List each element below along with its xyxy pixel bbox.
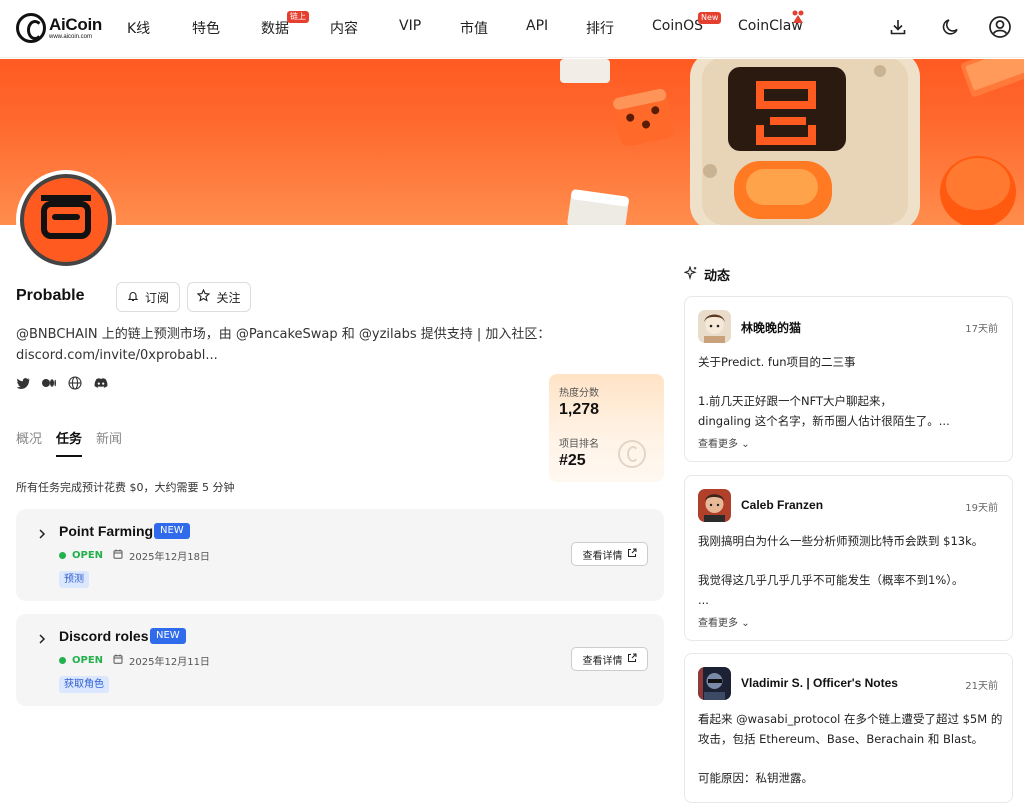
- task-name: Discord roles: [59, 628, 149, 644]
- nav-item-data[interactable]: 数据: [261, 18, 289, 38]
- task-tag: 获取角色: [59, 676, 109, 693]
- author-name[interactable]: 林晚晚的猫: [741, 319, 801, 336]
- onchain-badge: 链上: [287, 11, 309, 23]
- aicoin-logo-mark-icon: [16, 13, 46, 43]
- logo-url: www.aicoin.com: [49, 34, 93, 40]
- post-body: 关于Predict. fun项目的二三事 1.前几天正好跟一个NFT大户聊起来，…: [698, 355, 950, 428]
- nav-item-ranking[interactable]: 排行: [586, 18, 614, 38]
- banner-illustration: [560, 59, 1024, 225]
- download-icon[interactable]: [885, 14, 911, 40]
- chevron-right-icon[interactable]: [36, 525, 48, 539]
- coinos-new-badge: New: [698, 12, 722, 24]
- status-text: OPEN: [72, 655, 104, 666]
- post-body: 我刚搞明白为什么一些分析师预测比特币会跌到 $13k。 我觉得这几乎几乎几乎不可…: [698, 534, 984, 607]
- project-avatar: [16, 170, 116, 270]
- user-icon[interactable]: [987, 14, 1013, 40]
- view-details-button[interactable]: 查看详情: [571, 647, 648, 671]
- score-card: 热度分数 1,278 项目排名 #25: [549, 374, 664, 482]
- status-text: OPEN: [72, 550, 104, 561]
- moon-icon[interactable]: [938, 14, 964, 40]
- task-name: Point Farming: [59, 523, 154, 539]
- calendar-icon: [113, 549, 123, 562]
- nav-item-market-cap[interactable]: 市值: [460, 18, 488, 38]
- nav-item-api[interactable]: API: [526, 18, 548, 34]
- bell-icon: [127, 290, 139, 305]
- show-more-link[interactable]: 查看更多 ⌄: [698, 435, 750, 450]
- status-dot: [59, 552, 66, 559]
- feed-post[interactable]: Caleb Franzen 19天前 我刚搞明白为什么一些分析师预测比特币会跌到…: [684, 475, 1013, 641]
- project-title: Probable: [16, 287, 85, 304]
- post-time: 19天前: [965, 503, 998, 514]
- feed-post[interactable]: 林晚晚的猫 17天前 关于Predict. fun项目的二三事 1.前几天正好跟…: [684, 296, 1013, 462]
- post-body: 看起来 @wasabi_protocol 在多个链上遭受了超过 $5M 的攻击，…: [698, 712, 1003, 785]
- task-card[interactable]: Discord roles NEW OPEN 2025年12月11日 获取角色 …: [16, 614, 664, 706]
- discord-icon[interactable]: [94, 376, 108, 390]
- view-details-label: 查看详情: [582, 550, 623, 562]
- task-date: 2025年12月18日: [129, 552, 210, 563]
- tab-overview[interactable]: 概况: [16, 428, 42, 457]
- feed-header: 动态: [683, 264, 731, 284]
- view-details-button[interactable]: 查看详情: [571, 542, 648, 566]
- follow-label: 关注: [216, 290, 241, 305]
- project-description: @BNBCHAIN 上的链上预测市场，由 @PancakeSwap 和 @yzi…: [16, 327, 551, 363]
- external-link-icon: [627, 653, 637, 666]
- sparkle-icon: [683, 264, 698, 284]
- new-badge: NEW: [150, 628, 186, 644]
- aicoin-watermark-icon: [618, 440, 646, 468]
- lobster-claw-icon: [789, 9, 807, 27]
- logo-name: AiCoin: [49, 15, 102, 34]
- nav-item-features[interactable]: 特色: [192, 18, 220, 38]
- task-date: 2025年12月11日: [129, 657, 210, 668]
- task-card[interactable]: Point Farming NEW OPEN 2025年12月18日 预测 查看…: [16, 509, 664, 601]
- view-details-label: 查看详情: [582, 655, 623, 667]
- globe-icon[interactable]: [68, 376, 82, 390]
- feed-post[interactable]: Vladimir S. | Officer's Notes 21天前 看起来 @…: [684, 653, 1013, 803]
- author-avatar[interactable]: [698, 310, 731, 343]
- project-banner: [0, 59, 1024, 225]
- project-tabs: 概况 任务 新闻: [16, 428, 122, 457]
- heat-score-label: 热度分数: [559, 388, 599, 399]
- aicoin-logo[interactable]: AiCoin www.aicoin.com: [16, 11, 104, 45]
- external-link-icon: [627, 548, 637, 561]
- heat-score-value: 1,278: [559, 401, 600, 418]
- twitter-icon[interactable]: [16, 376, 30, 390]
- post-time: 17天前: [965, 324, 998, 335]
- chevron-down-icon: ⌄: [741, 618, 750, 629]
- nav-item-kline[interactable]: K线: [127, 18, 150, 38]
- nav-item-coinos[interactable]: CoinOS: [652, 18, 703, 34]
- tab-news[interactable]: 新闻: [96, 428, 122, 457]
- status-dot: [59, 657, 66, 664]
- star-icon: [197, 288, 211, 305]
- subscribe-label: 订阅: [144, 290, 169, 305]
- social-links: [16, 376, 108, 390]
- chevron-down-icon: ⌄: [741, 439, 750, 450]
- author-avatar[interactable]: [698, 667, 731, 700]
- feed-title: 动态: [704, 269, 731, 284]
- nav-item-vip[interactable]: VIP: [399, 18, 421, 34]
- chevron-right-icon[interactable]: [36, 630, 48, 644]
- task-cost-summary: 所有任务完成预计花费 $0，大约需要 5 分钟: [16, 481, 235, 494]
- nav-item-content[interactable]: 内容: [330, 18, 358, 38]
- subscribe-button[interactable]: 订阅: [116, 282, 180, 312]
- author-name[interactable]: Vladimir S. | Officer's Notes: [741, 676, 898, 690]
- top-navigation-bar: AiCoin www.aicoin.com K线 特色 数据 链上 内容 VIP…: [0, 0, 1024, 58]
- post-time: 21天前: [965, 681, 998, 692]
- author-name[interactable]: Caleb Franzen: [741, 498, 823, 512]
- show-more-link[interactable]: 查看更多 ⌄: [698, 614, 750, 629]
- task-tag: 预测: [59, 571, 89, 588]
- author-avatar[interactable]: [698, 489, 731, 522]
- probable-logo-icon: [41, 195, 91, 239]
- calendar-icon: [113, 654, 123, 667]
- new-badge: NEW: [154, 523, 190, 539]
- tab-tasks[interactable]: 任务: [56, 428, 83, 457]
- follow-button[interactable]: 关注: [187, 282, 251, 312]
- medium-icon[interactable]: [42, 376, 56, 390]
